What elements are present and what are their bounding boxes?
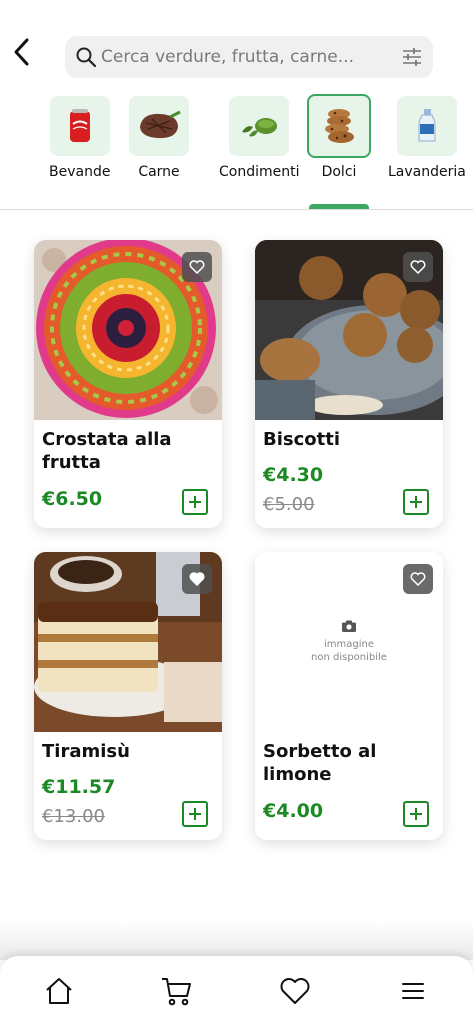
nav-cart-button[interactable] <box>159 974 193 1008</box>
add-to-cart-button[interactable] <box>403 801 429 827</box>
plus-icon <box>410 496 422 508</box>
camera-icon <box>342 620 356 632</box>
product-card[interactable]: immagine non disponibile Sorbetto al limo… <box>255 552 443 840</box>
heart-outline-icon <box>410 260 426 274</box>
category-dolci[interactable]: Dolci <box>307 94 371 180</box>
product-name: Crostata alla frutta <box>42 429 172 473</box>
filter-sliders-icon[interactable] <box>401 46 423 68</box>
product-old-price: €5.00 <box>263 494 315 515</box>
product-name: Sorbetto al limone <box>263 741 377 785</box>
product-name: Biscotti <box>263 429 341 450</box>
category-label: Lavanderia <box>388 164 466 180</box>
product-price: €11.57 <box>42 776 116 798</box>
category-tile <box>49 96 110 156</box>
soda-can-icon <box>69 109 90 142</box>
category-condimenti[interactable]: Condimenti <box>219 96 300 180</box>
heart-outline-icon <box>189 260 205 274</box>
heart-icon <box>280 978 310 1004</box>
add-to-cart-button[interactable] <box>403 489 429 515</box>
plus-icon <box>189 808 201 820</box>
search-icon <box>76 47 97 68</box>
detergent-bottle-icon <box>418 109 436 142</box>
back-button[interactable] <box>8 34 34 70</box>
pesto-icon <box>242 118 278 137</box>
back-arrow-icon <box>14 38 29 66</box>
product-card[interactable]: Biscotti €4.30 €5.00 <box>255 240 443 528</box>
category-tile <box>396 96 457 156</box>
category-tile <box>307 94 371 158</box>
search-input[interactable] <box>101 47 391 67</box>
plus-icon <box>410 808 422 820</box>
product-card[interactable]: Tiramisù €11.57 €13.00 <box>34 552 222 840</box>
nav-menu-button[interactable] <box>396 974 430 1008</box>
nav-favorites-button[interactable] <box>278 974 312 1008</box>
add-to-cart-button[interactable] <box>182 801 208 827</box>
divider <box>0 209 473 210</box>
cart-icon <box>162 978 191 1006</box>
no-image-text: non disponibile <box>311 652 387 663</box>
favorite-button[interactable] <box>182 564 212 594</box>
category-bevande[interactable]: Bevande <box>49 96 110 180</box>
category-label: Condimenti <box>219 164 300 180</box>
product-name: Tiramisù <box>42 741 130 762</box>
product-old-price: €13.00 <box>42 806 105 827</box>
category-carne[interactable]: Carne <box>129 96 189 180</box>
plus-icon <box>189 496 201 508</box>
category-bar: Bevande Carne Condimenti Dolci Lavanderi… <box>0 94 473 210</box>
favorite-button[interactable] <box>403 252 433 282</box>
category-label: Bevande <box>49 164 111 180</box>
heart-filled-icon <box>189 572 205 586</box>
bottom-nav <box>0 956 473 1024</box>
product-price: €4.30 <box>263 464 324 486</box>
add-to-cart-button[interactable] <box>182 489 208 515</box>
heart-outline-icon <box>410 572 426 586</box>
category-label: Carne <box>138 164 180 180</box>
favorite-button[interactable] <box>182 252 212 282</box>
product-card[interactable]: Crostata alla frutta €6.50 <box>34 240 222 528</box>
category-tile <box>229 96 290 156</box>
menu-icon <box>402 983 424 999</box>
nav-home-button[interactable] <box>42 974 76 1008</box>
top-bar <box>0 0 473 90</box>
home-icon <box>46 978 72 1004</box>
favorite-button[interactable] <box>403 564 433 594</box>
category-label: Dolci <box>321 164 357 180</box>
category-lavanderia[interactable]: Lavanderia <box>388 96 466 180</box>
product-price: €4.00 <box>263 800 324 822</box>
no-image-text: immagine <box>323 639 374 650</box>
product-price: €6.50 <box>42 488 103 510</box>
steak-icon <box>140 110 181 139</box>
search-bar <box>65 36 433 78</box>
cookies-icon <box>325 109 354 143</box>
category-tile <box>129 96 189 156</box>
bottom-fade <box>0 920 473 960</box>
